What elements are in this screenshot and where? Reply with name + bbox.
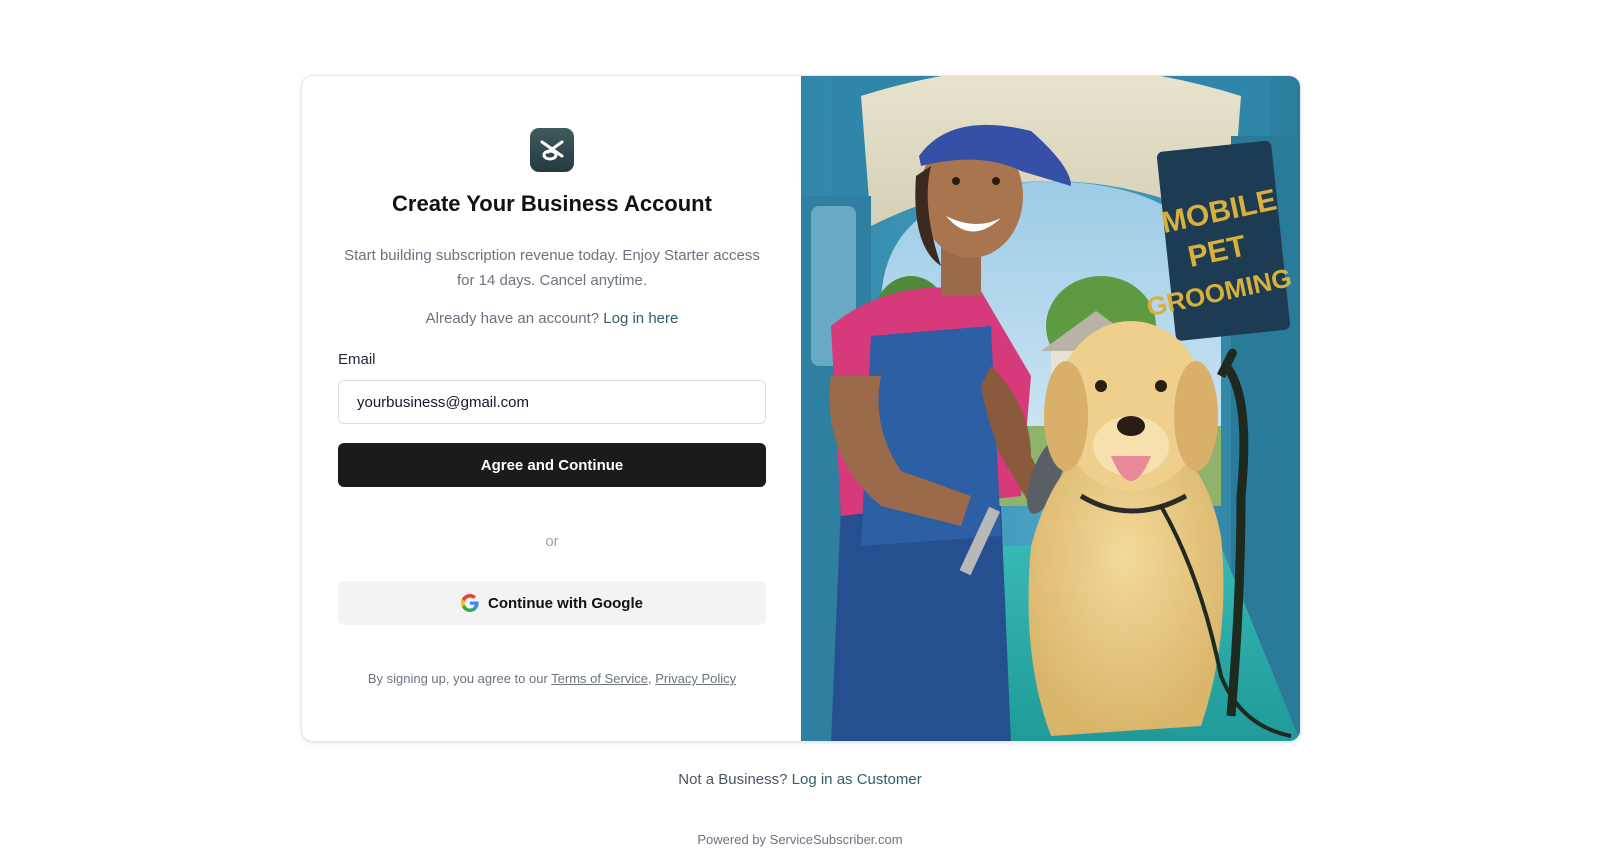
terms-prefix: By signing up, you agree to our: [367, 671, 548, 686]
email-input[interactable]: [338, 380, 766, 424]
agree-continue-button[interactable]: Agree and Continue: [338, 443, 766, 487]
mobile-pet-grooming-sign: MOBILE PET GROOMING: [1144, 140, 1294, 341]
pet-grooming-illustration: MOBILE PET GROOMING: [801, 76, 1300, 741]
signup-panel: Create Your Business Account Start build…: [302, 76, 801, 741]
email-label: Email: [338, 351, 376, 368]
terms-separator: ,: [647, 671, 652, 686]
google-button-label: Continue with Google: [488, 594, 643, 612]
not-business-text: Not a Business?: [678, 771, 788, 788]
customer-login-link[interactable]: Log in as Customer: [792, 771, 922, 788]
login-link[interactable]: Log in here: [603, 310, 678, 327]
google-icon: [461, 594, 479, 612]
or-divider: or: [545, 533, 559, 550]
brand-logo: [530, 128, 574, 172]
login-prompt-text: Already have an account?: [425, 310, 600, 327]
terms-notice: By signing up, you agree to our Terms of…: [302, 671, 802, 686]
brand-logo-icon: [540, 140, 564, 161]
privacy-policy-link[interactable]: Privacy Policy: [655, 671, 736, 686]
signup-card: Create Your Business Account Start build…: [301, 75, 1301, 742]
terms-of-service-link[interactable]: Terms of Service: [551, 671, 648, 686]
google-signin-button[interactable]: Continue with Google: [338, 581, 766, 625]
hero-image: MOBILE PET GROOMING: [801, 76, 1300, 741]
page-title: Create Your Business Account: [392, 191, 712, 216]
not-business-line: Not a Business? Log in as Customer: [0, 771, 1600, 788]
login-prompt-line: Already have an account? Log in here: [302, 310, 802, 327]
page-subtitle: Start building subscription revenue toda…: [344, 247, 760, 289]
powered-by: Powered by ServiceSubscriber.com: [697, 832, 903, 847]
